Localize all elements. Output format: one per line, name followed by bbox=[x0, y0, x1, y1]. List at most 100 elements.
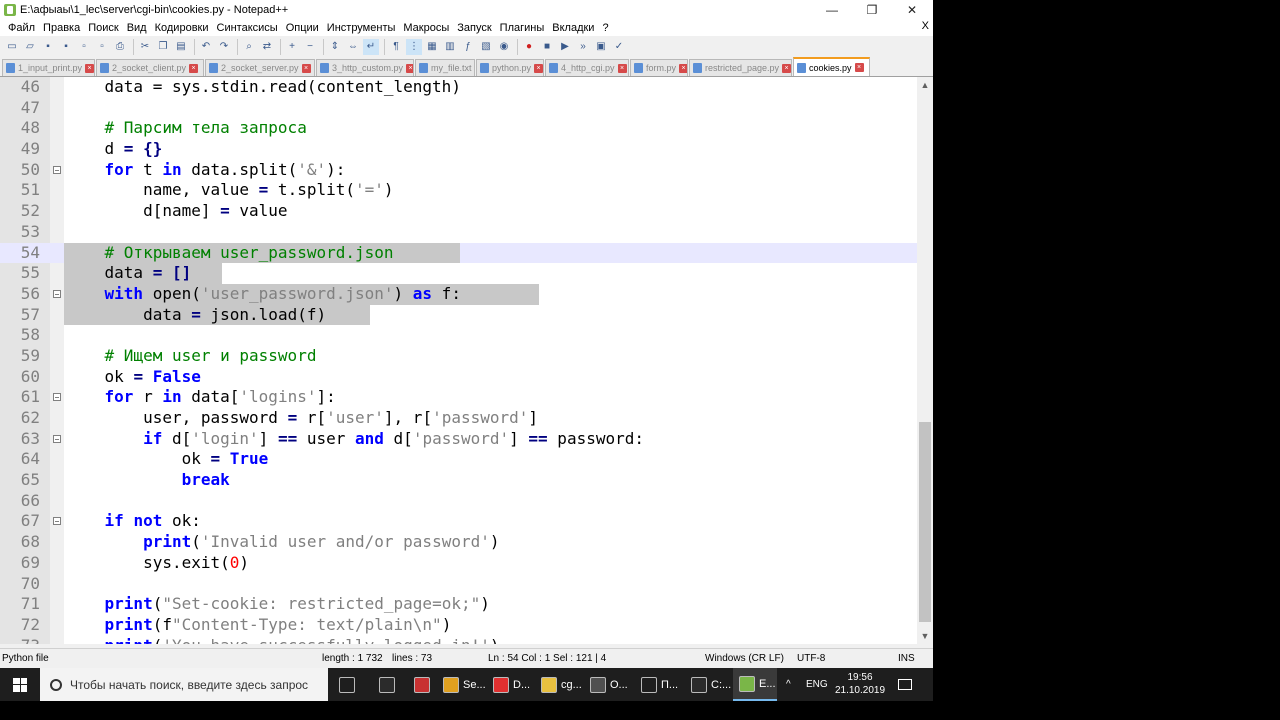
code-line[interactable]: 54 # Открываем user_password.json bbox=[0, 242, 917, 264]
replace-icon[interactable]: ⇄ bbox=[259, 39, 275, 55]
tab-my-file-txt[interactable]: my_file.txt× bbox=[415, 59, 475, 76]
status-encoding[interactable]: UTF-8 bbox=[797, 653, 825, 664]
zoom-out-icon[interactable]: − bbox=[302, 39, 318, 55]
close-document-button[interactable]: X bbox=[922, 20, 929, 32]
cut-icon[interactable]: ✂ bbox=[137, 39, 153, 55]
code-line[interactable]: 56 with open('user_password.json') as f: bbox=[0, 283, 917, 305]
menu-item[interactable]: Запуск bbox=[453, 22, 495, 34]
copy-icon[interactable]: ❐ bbox=[155, 39, 171, 55]
monitoring-icon[interactable]: ◉ bbox=[496, 39, 512, 55]
menu-item[interactable]: Плагины bbox=[496, 22, 549, 34]
taskbar-app[interactable]: П... bbox=[635, 668, 683, 701]
menu-item[interactable]: Вид bbox=[123, 22, 151, 34]
menu-item[interactable]: Синтаксисы bbox=[213, 22, 282, 34]
code-line[interactable]: 73 print('You have successfully logged i… bbox=[0, 636, 917, 644]
udl-icon[interactable]: ▦ bbox=[424, 39, 440, 55]
find-icon[interactable]: ⌕ bbox=[241, 39, 257, 55]
fold-toggle-icon[interactable] bbox=[53, 165, 61, 174]
fold-toggle-icon[interactable] bbox=[53, 434, 61, 443]
code-line[interactable]: 46 data = sys.stdin.read(content_length) bbox=[0, 77, 917, 98]
code-line[interactable]: 72 print(f"Content-Type: text/plain\n") bbox=[0, 615, 917, 636]
tab-close-icon[interactable]: × bbox=[679, 63, 687, 73]
menu-item[interactable]: Инструменты bbox=[323, 22, 400, 34]
sync-vertical-icon[interactable]: ⇕ bbox=[327, 39, 343, 55]
input-language[interactable]: ENG bbox=[806, 668, 828, 701]
fold-toggle-icon[interactable] bbox=[53, 517, 61, 526]
close-button[interactable]: ✕ bbox=[892, 0, 932, 19]
zoom-in-icon[interactable]: + bbox=[284, 39, 300, 55]
code-line[interactable]: 51 name, value = t.split('=') bbox=[0, 180, 917, 201]
maximize-button[interactable]: ❐ bbox=[852, 0, 892, 19]
tab-form-py[interactable]: form.py × bbox=[630, 59, 688, 76]
redo-icon[interactable]: ↷ bbox=[216, 39, 232, 55]
tab-close-icon[interactable]: × bbox=[617, 63, 627, 73]
spellcheck-icon[interactable]: ✓ bbox=[611, 39, 627, 55]
tab-close-icon[interactable]: × bbox=[85, 63, 94, 73]
close-all-icon[interactable]: ▫ bbox=[94, 39, 110, 55]
code-line[interactable]: 68 print('Invalid user and/or password') bbox=[0, 532, 917, 553]
tab-close-icon[interactable]: × bbox=[534, 63, 543, 73]
paste-icon[interactable]: ▤ bbox=[173, 39, 189, 55]
code-line[interactable]: 71 print("Set-cookie: restricted_page=ok… bbox=[0, 594, 917, 615]
new-file-icon[interactable]: ▭ bbox=[4, 39, 20, 55]
code-line[interactable]: 53 bbox=[0, 222, 917, 243]
tray-overflow-icon[interactable]: ^ bbox=[786, 668, 791, 701]
sync-horizontal-icon[interactable]: ⇔ bbox=[345, 39, 361, 55]
open-file-icon[interactable]: ▱ bbox=[22, 39, 38, 55]
taskbar-app[interactable]: cg... bbox=[535, 668, 582, 701]
play-macro-icon[interactable]: ▶ bbox=[557, 39, 573, 55]
code-line[interactable]: 55 data = [] bbox=[0, 263, 917, 284]
menu-item[interactable]: Вкладки bbox=[548, 22, 598, 34]
fold-toggle-icon[interactable] bbox=[53, 393, 61, 402]
notifications-icon[interactable] bbox=[898, 668, 912, 701]
status-eol[interactable]: Windows (CR LF) bbox=[705, 653, 784, 664]
fold-toggle-icon[interactable] bbox=[53, 289, 61, 298]
code-line[interactable]: 49 d = {} bbox=[0, 139, 917, 160]
code-line[interactable]: 59 # Ищем user и password bbox=[0, 346, 917, 367]
code-line[interactable]: 61 for r in data['logins']: bbox=[0, 387, 917, 408]
menu-item[interactable]: Кодировки bbox=[151, 22, 213, 34]
save-icon[interactable]: ▪ bbox=[40, 39, 56, 55]
vertical-scrollbar[interactable]: ▲ ▼ bbox=[917, 77, 933, 644]
code-line[interactable]: 70 bbox=[0, 574, 917, 595]
menu-item[interactable]: ? bbox=[598, 22, 612, 34]
taskbar-clock[interactable]: 19:56 21.10.2019 bbox=[832, 671, 888, 697]
doc-map-icon[interactable]: ▥ bbox=[442, 39, 458, 55]
folder-workspace-icon[interactable]: ▧ bbox=[478, 39, 494, 55]
code-line[interactable]: 57 data = json.load(f) bbox=[0, 304, 917, 326]
tab-close-icon[interactable]: × bbox=[782, 63, 791, 73]
code-editor[interactable]: 46 data = sys.stdin.read(content_length)… bbox=[0, 77, 917, 644]
code-line[interactable]: 69 sys.exit(0) bbox=[0, 553, 917, 574]
show-all-chars-icon[interactable]: ¶ bbox=[388, 39, 404, 55]
code-line[interactable]: 50 for t in data.split('&'): bbox=[0, 160, 917, 181]
save-macro-icon[interactable]: ▣ bbox=[593, 39, 609, 55]
close-icon[interactable]: ▫ bbox=[76, 39, 92, 55]
taskbar-app[interactable] bbox=[333, 668, 369, 701]
tab-close-icon[interactable]: × bbox=[406, 63, 413, 73]
tab-3-http-custom-py[interactable]: 3_http_custom.py × bbox=[316, 59, 414, 76]
code-line[interactable]: 60 ok = False bbox=[0, 367, 917, 388]
taskbar-app[interactable] bbox=[408, 668, 436, 701]
taskbar-search[interactable]: Чтобы начать поиск, введите здесь запрос bbox=[40, 668, 328, 701]
code-line[interactable]: 64 ok = True bbox=[0, 449, 917, 470]
code-line[interactable]: 47 bbox=[0, 98, 917, 119]
scrollbar-thumb[interactable] bbox=[919, 422, 931, 622]
code-line[interactable]: 52 d[name] = value bbox=[0, 201, 917, 222]
taskbar-app[interactable]: E... bbox=[733, 668, 777, 701]
save-all-icon[interactable]: ▪ bbox=[58, 39, 74, 55]
function-list-icon[interactable]: ƒ bbox=[460, 39, 476, 55]
scroll-up-icon[interactable]: ▲ bbox=[917, 77, 933, 93]
tab-close-icon[interactable]: × bbox=[854, 63, 864, 72]
word-wrap-icon[interactable]: ↵ bbox=[363, 38, 379, 55]
code-line[interactable]: 63 if d['login'] == user and d['password… bbox=[0, 429, 917, 450]
taskbar-app[interactable]: C:... bbox=[685, 668, 731, 701]
start-button[interactable] bbox=[0, 668, 40, 701]
code-line[interactable]: 48 # Парсим тела запроса bbox=[0, 118, 917, 139]
scroll-down-icon[interactable]: ▼ bbox=[917, 628, 933, 644]
tab-4-http-cgi-py[interactable]: 4_http_cgi.py × bbox=[545, 59, 629, 76]
code-line[interactable]: 66 bbox=[0, 491, 917, 512]
code-line[interactable]: 62 user, password = r['user'], r['passwo… bbox=[0, 408, 917, 429]
code-line[interactable]: 65 break bbox=[0, 470, 917, 491]
menu-item[interactable]: Макросы bbox=[399, 22, 453, 34]
tab-python-py[interactable]: python.py × bbox=[476, 59, 544, 76]
